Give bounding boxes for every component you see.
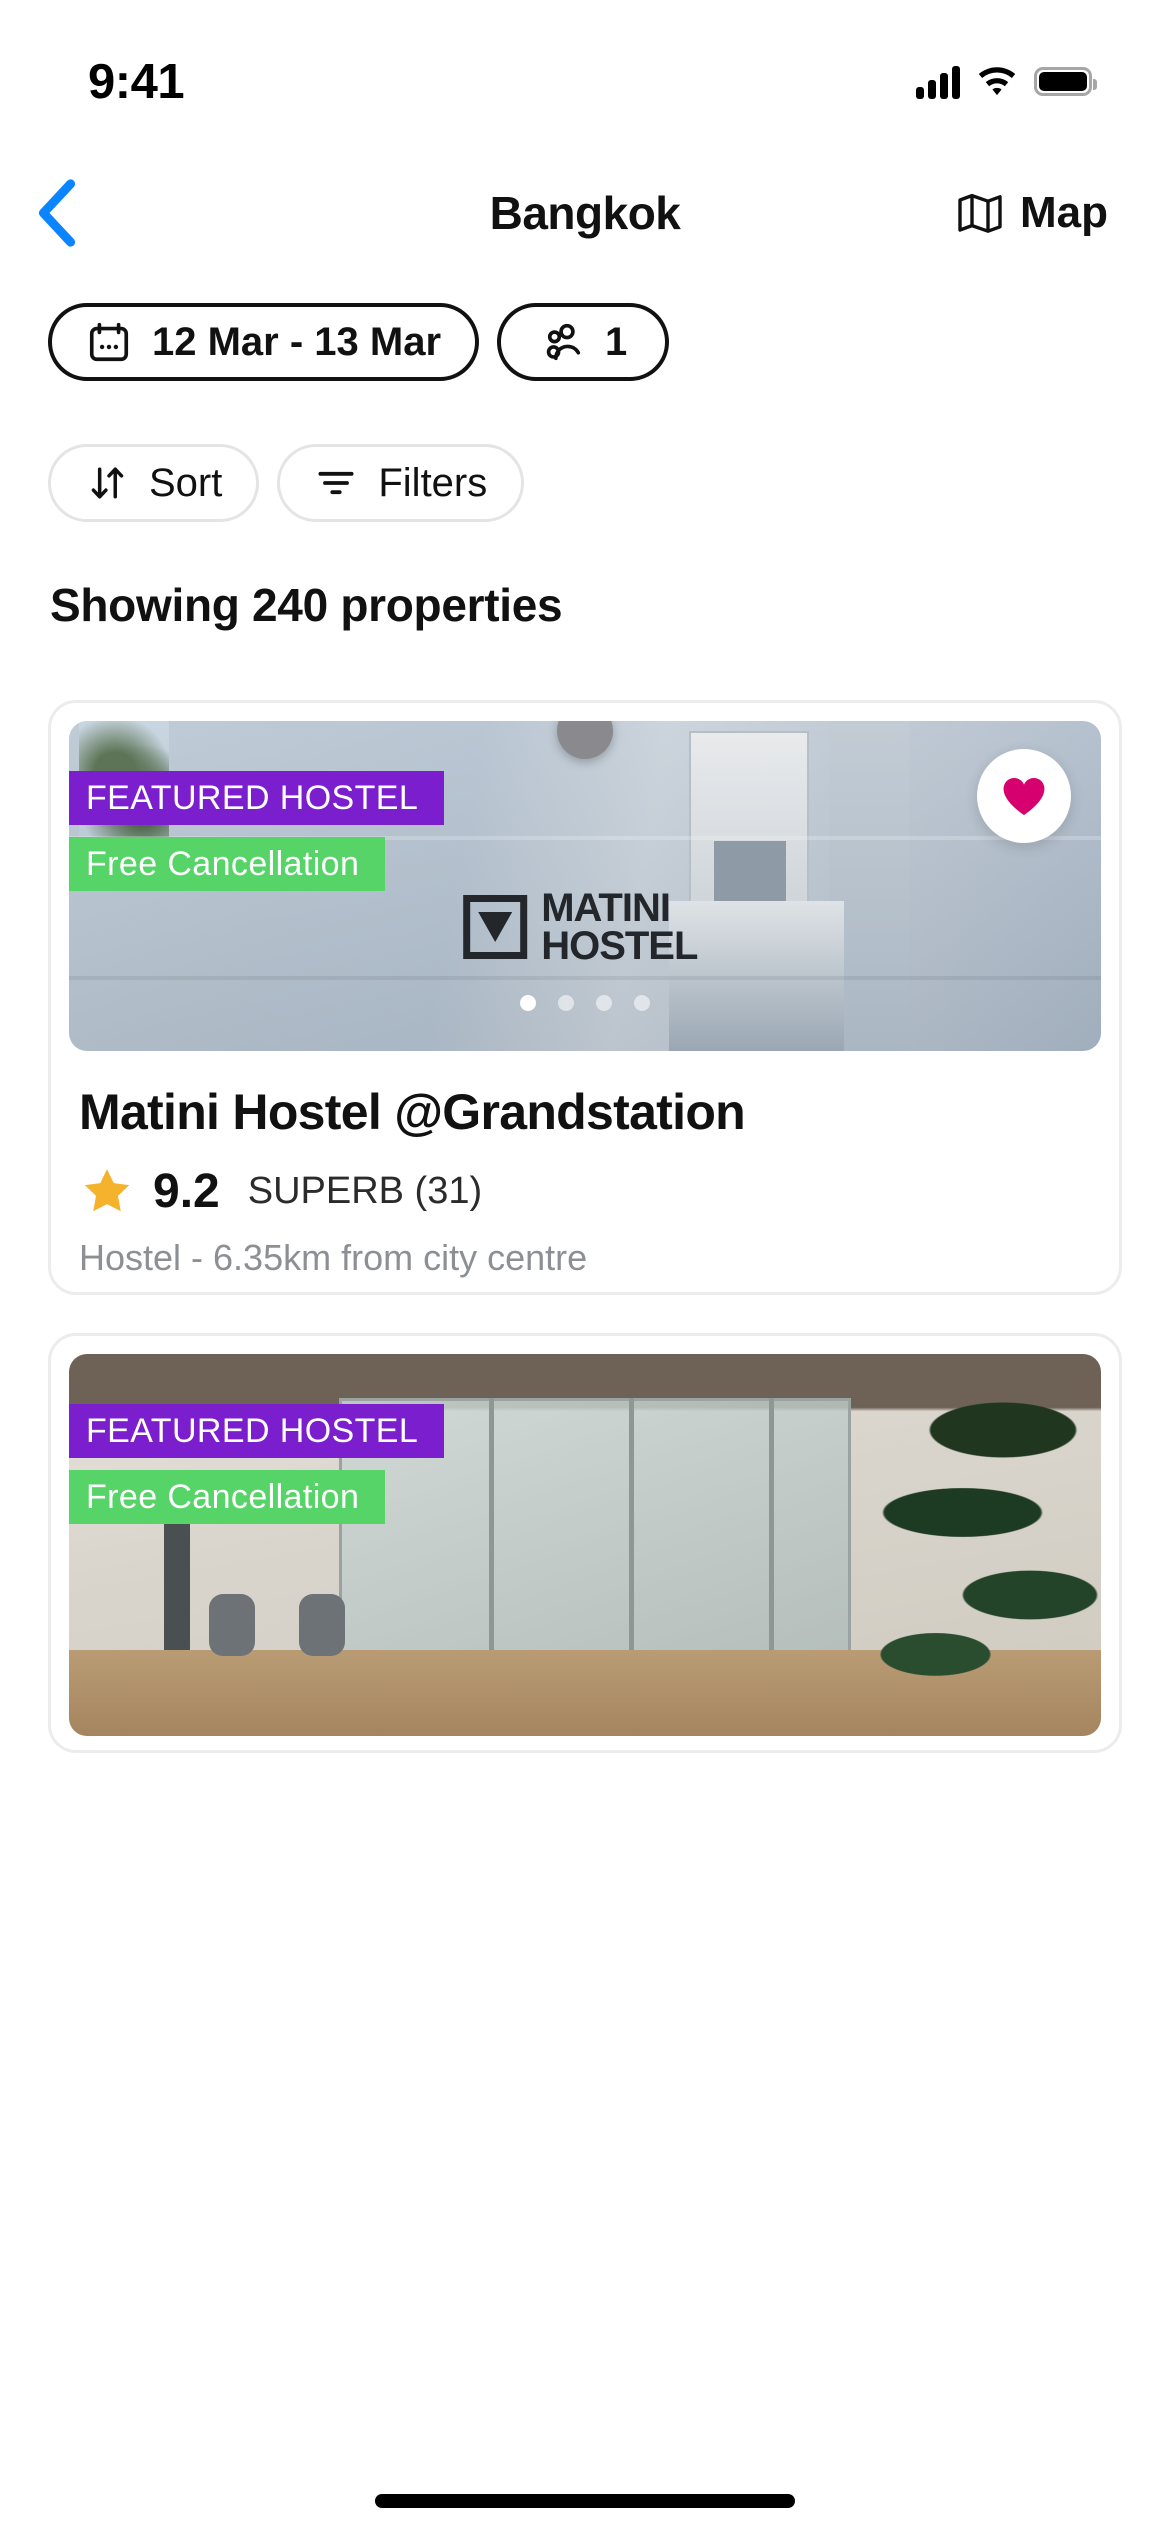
property-image-carousel[interactable]: FEATURED HOSTEL Free Cancellation: [69, 1354, 1101, 1736]
navigation-bar: Bangkok Map: [0, 163, 1170, 263]
person-decor: [209, 1594, 255, 1656]
carousel-dots[interactable]: [520, 995, 650, 1011]
date-range-label: 12 Mar - 13 Mar: [152, 319, 442, 364]
rating-row: 9.2 SUPERB (31): [79, 1163, 1091, 1219]
status-bar: 9:41: [0, 0, 1170, 125]
home-indicator: [375, 2494, 795, 2508]
hostel-logo-text: MATINI HOSTEL: [541, 886, 698, 968]
cellular-bars-icon: [916, 65, 960, 99]
hostel-logo-line-1: MATINI: [541, 886, 671, 930]
hostel-logo-mark: [463, 895, 528, 959]
calendar-icon: [89, 322, 129, 362]
hostel-logo-line-2: HOSTEL: [541, 924, 698, 968]
rating-word: SUPERB (31): [247, 1169, 483, 1212]
property-card[interactable]: MATINI HOSTEL FEATURED HOSTEL Free Cance…: [48, 700, 1122, 1295]
carousel-dot[interactable]: [634, 995, 650, 1011]
carousel-dot[interactable]: [520, 995, 536, 1011]
property-name: Matini Hostel @Grandstation: [79, 1084, 746, 1140]
rating-score: 9.2: [153, 1164, 220, 1218]
map-label: Map: [1020, 188, 1108, 237]
property-meta: Hostel - 6.35km from city centre: [79, 1237, 588, 1278]
free-cancellation-badge: Free Cancellation: [69, 837, 386, 891]
plant-decor: [841, 1364, 1101, 1694]
heart-filled-icon: [1003, 777, 1045, 815]
status-icons: [916, 65, 1097, 99]
wifi-icon: [978, 66, 1016, 95]
carousel-dot[interactable]: [596, 995, 612, 1011]
guests-count-label: 1: [605, 319, 628, 364]
map-button[interactable]: Map: [956, 188, 1108, 238]
app-screen: 9:41 Bangkok Map 12 Mar - 13 Mar 1 Sort …: [0, 0, 1170, 2532]
status-time: 9:41: [88, 54, 185, 109]
property-image-carousel[interactable]: MATINI HOSTEL FEATURED HOSTEL Free Cance…: [69, 721, 1101, 1051]
featured-badge: FEATURED HOSTEL: [69, 771, 445, 825]
filter-lines-icon: [318, 471, 354, 495]
battery-full-icon: [1034, 67, 1097, 96]
filter-pills-primary: 12 Mar - 13 Mar 1: [48, 303, 670, 381]
free-cancellation-badge: Free Cancellation: [69, 1470, 386, 1524]
umbrella-decor: [164, 1504, 190, 1654]
sort-pill[interactable]: Sort: [48, 444, 260, 522]
featured-badge: FEATURED HOSTEL: [69, 1404, 445, 1458]
drag-handle[interactable]: [557, 721, 613, 759]
sort-arrows-icon: [91, 467, 124, 499]
sort-label: Sort: [149, 460, 223, 505]
property-card[interactable]: FEATURED HOSTEL Free Cancellation: [48, 1333, 1122, 1753]
property-card-body: Matini Hostel @Grandstation 9.2 SUPERB (…: [51, 1051, 1119, 1292]
carousel-dot[interactable]: [558, 995, 574, 1011]
map-icon: [958, 193, 1002, 233]
guests-icon: [546, 323, 581, 361]
person-decor: [299, 1594, 345, 1656]
favourite-button[interactable]: [977, 749, 1071, 843]
date-range-pill[interactable]: 12 Mar - 13 Mar: [48, 303, 480, 381]
floor-band-decor: [69, 976, 1101, 980]
guests-pill[interactable]: 1: [497, 303, 670, 381]
filters-label: Filters: [378, 460, 488, 505]
filter-pills-secondary: Sort Filters: [48, 444, 525, 522]
results-count: Showing 240 properties: [50, 579, 563, 631]
hostel-wall-logo: MATINI HOSTEL: [463, 886, 698, 968]
star-filled-icon: [84, 1169, 130, 1212]
filters-pill[interactable]: Filters: [277, 444, 525, 522]
